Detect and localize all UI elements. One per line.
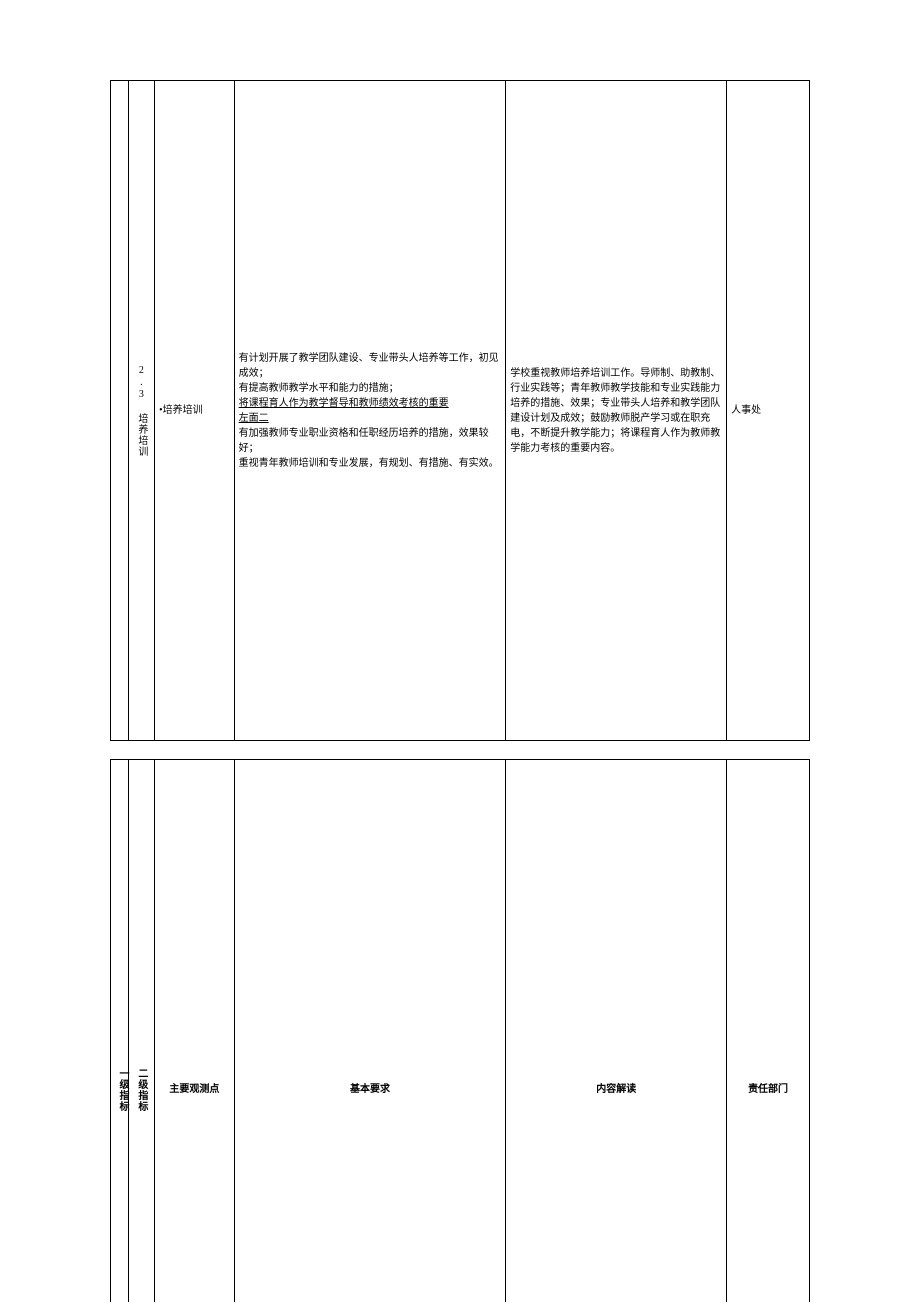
req-line: 左面二: [239, 411, 502, 426]
req-line: 有计划开展了教学团队建设、专业带头人培养等工作，初见成效；: [239, 351, 502, 381]
hdr-dept: 责任部门: [727, 760, 810, 1302]
req-line: 重视青年教师培训和专业发展，有规划、有措施、有实效。: [239, 456, 502, 471]
table-row: 2.3 培养培训 •培养培训 有计划开展了教学团队建设、专业带头人培养等工作，初…: [111, 81, 810, 741]
hdr-req: 基本要求: [234, 760, 506, 1302]
hdr-obs: 主要观测点: [155, 760, 235, 1302]
cell-level2: 2.3 培养培训: [128, 81, 155, 741]
cell-interpretation: 学校重视教师培养培训工作。导师制、助教制、行业实践等；青年教师教学技能和专业实践…: [506, 81, 727, 741]
req-line: 有加强教师专业职业资格和任职经历培养的措施，效果较好；: [239, 426, 502, 456]
hdr-level1: 一级指标: [111, 760, 129, 1302]
req-line: 有提高教师教学水平和能力的措施；: [239, 381, 502, 396]
cell-observation: •培养培训: [155, 81, 235, 741]
cell-dept: 人事处: [727, 81, 810, 741]
table-1: 2.3 培养培训 •培养培训 有计划开展了教学团队建设、专业带头人培养等工作，初…: [110, 80, 810, 741]
hdr-interp: 内容解读: [506, 760, 727, 1302]
table-gap: [110, 741, 810, 759]
header-row: 一级指标 二级指标 主要观测点 基本要求 内容解读 责任部门: [111, 760, 810, 1302]
table-2: 一级指标 二级指标 主要观测点 基本要求 内容解读 责任部门 教学条件与利用 3…: [110, 759, 810, 1302]
hdr-level2: 二级指标: [128, 760, 155, 1302]
cell-level1-empty: [111, 81, 129, 741]
req-line: 将课程育人作为教学督导和教师绩效考核的重要: [239, 396, 502, 411]
document-page: 2.3 培养培训 •培养培训 有计划开展了教学团队建设、专业带头人培养等工作，初…: [0, 0, 920, 1302]
cell-requirements: 有计划开展了教学团队建设、专业带头人培养等工作，初见成效；有提高教师教学水平和能…: [234, 81, 506, 741]
level2-label: 2.3 培养培训: [134, 85, 149, 736]
